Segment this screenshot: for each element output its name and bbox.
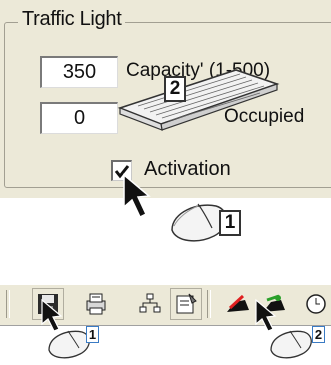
keyboard-callout-badge: 2 <box>164 76 186 102</box>
groupbox-title: Traffic Light <box>18 8 126 31</box>
car-callout-badge: 2 <box>312 326 325 343</box>
network-icon <box>139 293 161 313</box>
properties-icon <box>176 293 197 314</box>
red-car-button[interactable] <box>222 288 254 320</box>
print-icon <box>86 293 106 315</box>
clock-icon <box>306 294 326 314</box>
clock-button[interactable] <box>300 288 331 320</box>
red-car-icon <box>227 294 249 312</box>
network-button[interactable] <box>134 288 166 320</box>
occupied-field[interactable]: 0 <box>40 102 118 134</box>
settings-panel: Traffic Light 350 Capacity' (1-500) 0 Oc… <box>0 0 331 198</box>
toolbar-separator <box>6 290 10 318</box>
save-callout-badge: 1 <box>86 326 99 343</box>
toolbar-separator <box>207 290 211 318</box>
capacity-field[interactable]: 350 <box>40 56 118 88</box>
mouse-callout-badge: 1 <box>219 210 241 236</box>
keyboard-icon <box>117 69 280 131</box>
print-button[interactable] <box>80 288 112 320</box>
properties-button[interactable] <box>170 288 202 320</box>
